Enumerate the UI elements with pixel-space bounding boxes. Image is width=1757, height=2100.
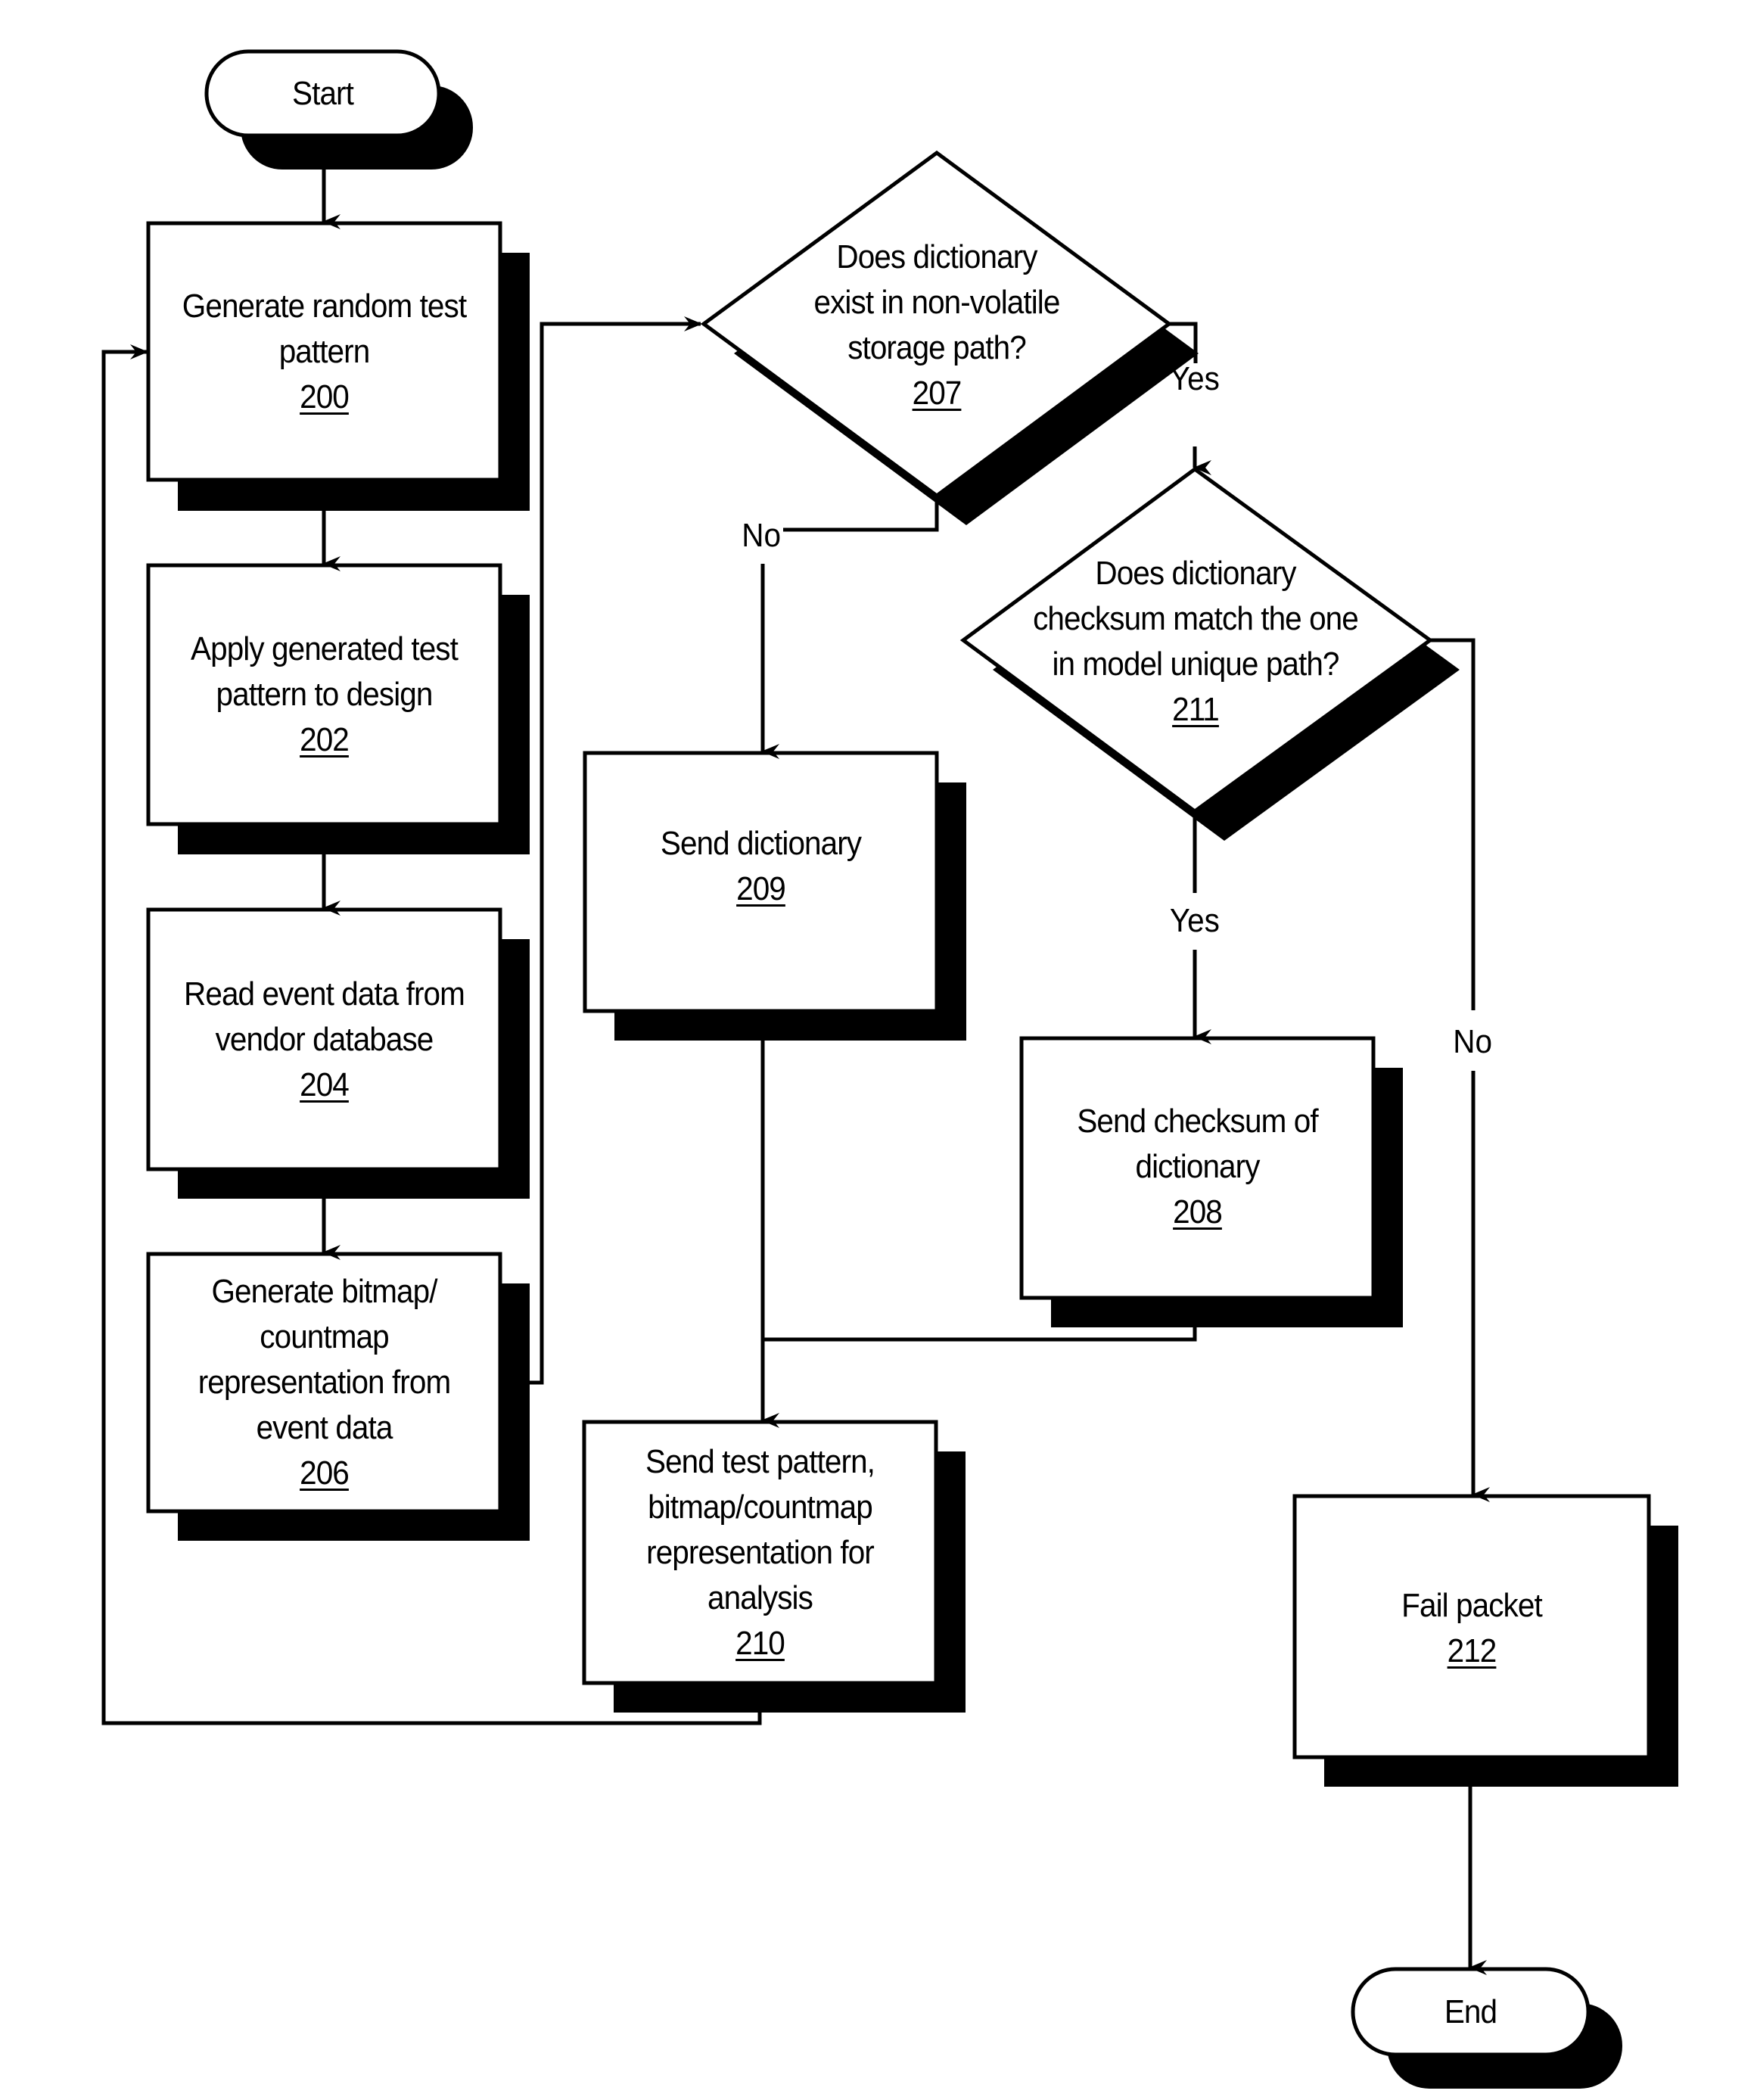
node-204-line-2: vendor database — [215, 1020, 434, 1058]
end-label: End — [1362, 1969, 1578, 2055]
node-207-line-2: exist in non-volatile — [813, 284, 1061, 321]
node-206-line-3: representation from — [197, 1364, 451, 1401]
node-212-ref: 212 — [1447, 1632, 1497, 1669]
edge-211-no-to-212 — [1430, 638, 1473, 1495]
node-204-ref: 204 — [300, 1066, 350, 1103]
start-label: Start — [216, 51, 429, 135]
edge-label-no-207: No — [742, 517, 781, 554]
node-210-text: Send test pattern, bitmap/countmap repre… — [599, 1422, 922, 1683]
node-207-line-1: Does dictionary — [836, 238, 1037, 275]
node-211-text: Does dictionary checksum match the one i… — [1000, 543, 1390, 740]
node-207-line-3: storage path? — [847, 329, 1027, 366]
edge-label-no-211: No — [1453, 1023, 1492, 1060]
node-210-line-1: Send test pattern, — [645, 1442, 875, 1480]
node-208-ref: 208 — [1173, 1193, 1223, 1230]
node-209-line-1: Send dictionary — [660, 825, 862, 862]
node-212-text: Fail packet 212 — [1309, 1496, 1635, 1757]
node-204-text: Read event data from vendor database 204 — [163, 910, 487, 1169]
node-210-line-3: representation for — [646, 1533, 875, 1571]
node-206-ref: 206 — [300, 1454, 350, 1492]
edge-label-yes-211: Yes — [1169, 902, 1220, 939]
node-209-ref: 209 — [736, 870, 786, 907]
node-210-line-4: analysis — [707, 1579, 813, 1616]
node-207-ref: 207 — [912, 375, 962, 412]
node-209-text: Send dictionary 209 — [599, 753, 923, 1011]
end-text: End — [1444, 1993, 1497, 2030]
node-200-ref: 200 — [300, 378, 350, 415]
node-211-line-3: in model unique path? — [1052, 646, 1339, 683]
node-207-text: Does dictionary exist in non-volatile st… — [771, 227, 1102, 424]
node-208-line-1: Send checksum of — [1077, 1103, 1318, 1140]
node-202-line-1: Apply generated test — [191, 630, 459, 667]
node-206-line-1: Generate bitmap/ — [211, 1273, 437, 1310]
node-206-text: Generate bitmap/ countmap representation… — [163, 1254, 487, 1511]
node-208-line-2: dictionary — [1135, 1148, 1260, 1185]
node-206-line-4: event data — [256, 1409, 393, 1446]
node-211-line-2: checksum match the one — [1033, 600, 1359, 637]
node-210-line-2: bitmap/countmap — [648, 1488, 873, 1526]
edge-207-no-to-209 — [763, 496, 939, 751]
node-200-text: Generate random test pattern 200 — [163, 223, 487, 480]
node-212-line-1: Fail packet — [1401, 1587, 1543, 1624]
node-211-line-1: Does dictionary — [1095, 555, 1296, 592]
node-210-ref: 210 — [735, 1624, 785, 1662]
node-200-line-2: pattern — [278, 332, 371, 370]
node-211-ref: 211 — [1172, 691, 1220, 728]
node-202-text: Apply generated test pattern to design 2… — [163, 565, 487, 824]
node-204-line-1: Read event data from — [184, 975, 465, 1013]
start-text: Start — [292, 74, 354, 112]
edge-label-yes-207: Yes — [1169, 360, 1220, 397]
node-202-line-2: pattern to design — [216, 676, 434, 713]
node-206-line-2: countmap — [260, 1318, 389, 1355]
edge-208-to-210-merge — [763, 1327, 1197, 1342]
node-208-text: Send checksum of dictionary 208 — [1036, 1038, 1360, 1298]
node-200-line-1: Generate random test — [182, 287, 467, 325]
node-202-ref: 202 — [300, 721, 350, 758]
